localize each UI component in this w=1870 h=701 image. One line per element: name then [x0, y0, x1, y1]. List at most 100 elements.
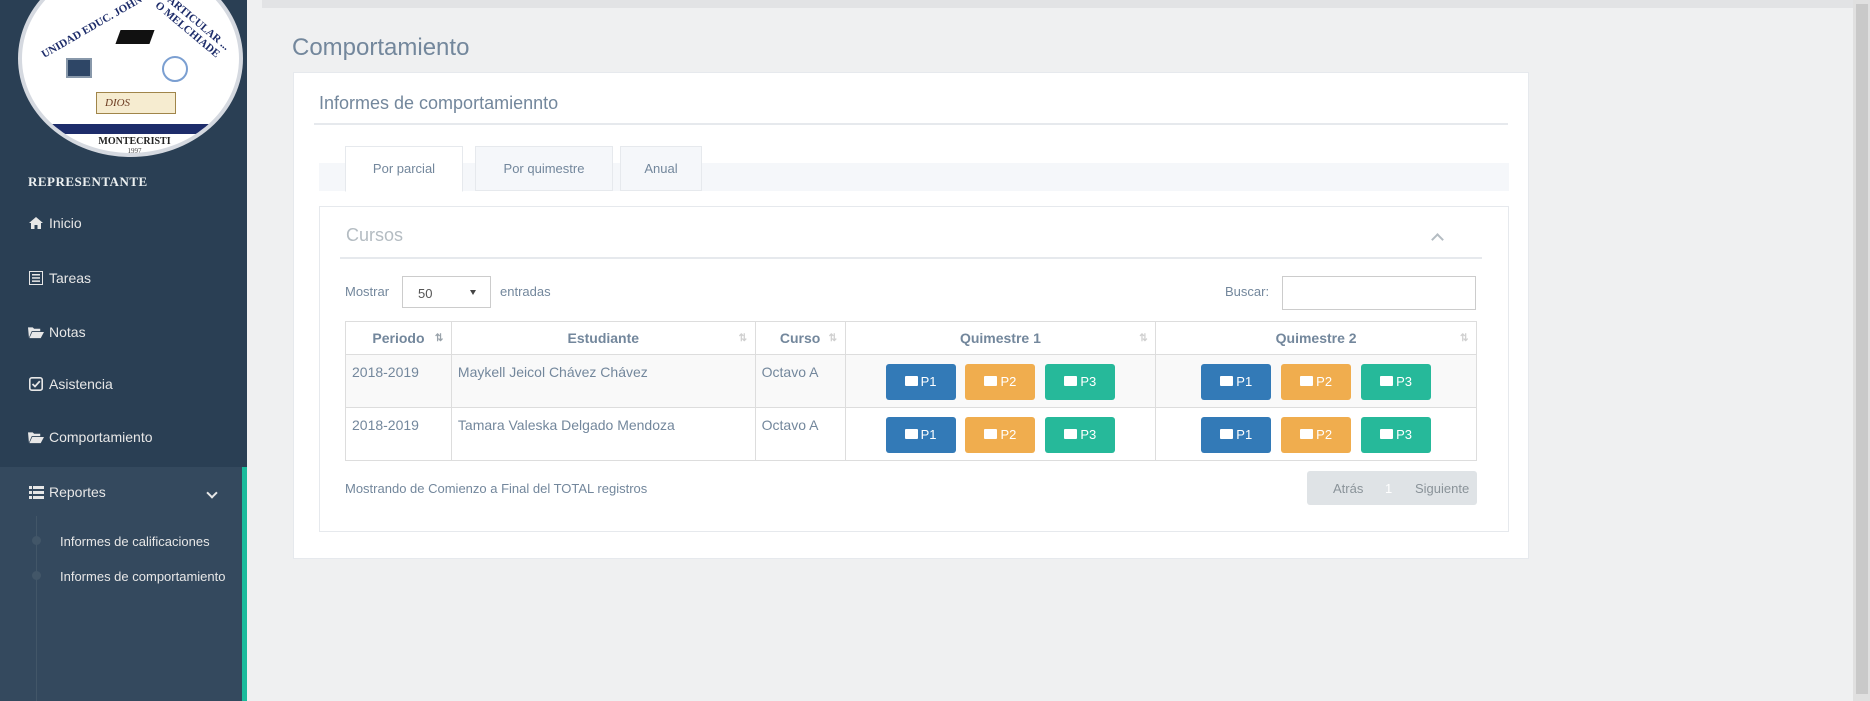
sidebar-item-label: Reportes — [49, 484, 106, 500]
button-label: P2 — [1316, 374, 1333, 389]
button-label: P2 — [1000, 427, 1017, 442]
button-label: P2 — [1316, 427, 1333, 442]
submenu-informes-comportamiento[interactable]: Informes de comportamiento — [60, 569, 225, 584]
pagination-prev[interactable]: Atrás — [1333, 481, 1363, 496]
sidebar-item-tareas[interactable]: Tareas — [0, 251, 247, 305]
atom-icon — [162, 56, 188, 82]
button-label: P1 — [1236, 374, 1253, 389]
print-q1-p3-button[interactable]: P3 — [1045, 417, 1116, 453]
list-icon — [28, 271, 44, 285]
cell-curso: Octavo A — [754, 407, 846, 461]
print-q2-p2-button[interactable]: P2 — [1281, 417, 1352, 453]
print-icon — [904, 429, 918, 439]
print-icon — [984, 376, 998, 386]
print-q2-p1-button[interactable]: P1 — [1201, 417, 1272, 453]
table-row: 2018-2019 Maykell Jeicol Chávez Chávez O… — [345, 354, 1477, 408]
print-q2-p3-button[interactable]: P3 — [1361, 417, 1432, 453]
print-q2-p1-button[interactable]: P1 — [1201, 364, 1272, 400]
tab-por-quimestre[interactable]: Por quimestre — [475, 146, 613, 191]
divider — [314, 123, 1508, 125]
logo-city: MONTECRISTI — [98, 136, 171, 147]
print-q2-p3-button[interactable]: P3 — [1361, 364, 1432, 400]
list-icon — [28, 485, 44, 499]
print-q1-p2-button[interactable]: P2 — [965, 417, 1036, 453]
column-header-label: Quimestre 2 — [1275, 330, 1357, 346]
print-icon — [1380, 376, 1394, 386]
table-row: 2018-2019 Tamara Valeska Delgado Mendoza… — [345, 407, 1477, 461]
column-header-label: Estudiante — [567, 330, 640, 346]
reportes-submenu: Informes de calificaciones Informes de c… — [0, 516, 247, 701]
search-label: Buscar: — [1225, 284, 1270, 299]
logo-band — [22, 124, 239, 134]
print-q2-p2-button[interactable]: P2 — [1281, 364, 1352, 400]
tab-por-parcial[interactable]: Por parcial — [345, 146, 463, 192]
print-icon — [1300, 376, 1314, 386]
button-label: P3 — [1080, 427, 1097, 442]
sort-icon: ⇅ — [1460, 333, 1469, 344]
column-header-label: Curso — [779, 330, 821, 346]
laptop-icon — [66, 58, 92, 78]
cell-quimestre-1: P1 P2 P3 — [844, 407, 1157, 461]
folder-open-icon — [28, 325, 44, 339]
column-header-quimestre-1[interactable]: Quimestre 1 ⇅ — [844, 321, 1157, 355]
report-panel: Informes de comportamiennto Por parcial … — [293, 72, 1529, 559]
print-icon — [1220, 429, 1234, 439]
pagination-next[interactable]: Siguiente — [1415, 481, 1469, 496]
tab-anual[interactable]: Anual — [620, 146, 702, 191]
button-label: P2 — [1000, 374, 1017, 389]
print-icon — [1300, 429, 1314, 439]
print-icon — [1380, 429, 1394, 439]
print-icon — [984, 429, 998, 439]
column-header-estudiante[interactable]: Estudiante ⇅ — [450, 321, 756, 355]
logo-seal: UNIDAD EDUC. JOHN PIERRE PARTICULAR ... … — [18, 0, 243, 157]
sidebar-item-label: Comportamiento — [49, 429, 153, 445]
column-header-periodo[interactable]: Periodo ⇅ — [345, 321, 452, 355]
chevron-up-icon[interactable] — [1431, 233, 1444, 246]
cell-estudiante: Maykell Jeicol Chávez Chávez — [450, 354, 756, 408]
submenu-informes-calificaciones[interactable]: Informes de calificaciones — [60, 534, 210, 549]
sort-icon: ⇅ — [828, 333, 837, 344]
column-header-label: Quimestre 1 — [959, 330, 1041, 346]
scrollbar[interactable] — [1853, 0, 1870, 701]
home-icon — [28, 216, 44, 230]
print-q1-p2-button[interactable]: P2 — [965, 364, 1036, 400]
column-header-quimestre-2[interactable]: Quimestre 2 ⇅ — [1155, 321, 1477, 355]
length-label: Mostrar — [345, 284, 390, 299]
folder-open-icon — [28, 430, 44, 444]
entries-select[interactable]: 50 — [402, 276, 491, 308]
page-title: Comportamiento — [292, 34, 470, 61]
sort-asc-icon: ⇅ — [434, 333, 444, 344]
submenu-dot — [32, 536, 41, 545]
sidebar-item-label: Notas — [49, 324, 86, 340]
button-label: P1 — [1236, 427, 1253, 442]
pagination-page[interactable]: 1 — [1385, 481, 1392, 496]
cursos-panel: Cursos Mostrar 50 entradas Buscar: Perio… — [319, 206, 1509, 532]
book-icon: DIOS — [96, 92, 176, 114]
entries-select-value: 50 — [418, 286, 433, 301]
school-logo: UNIDAD EDUC. JOHN PIERRE PARTICULAR ... … — [18, 0, 243, 157]
graduation-cap-icon — [115, 30, 155, 44]
search-input[interactable] — [1282, 276, 1476, 310]
sidebar-item-inicio[interactable]: Inicio — [0, 196, 247, 250]
button-label: P1 — [920, 427, 937, 442]
chevron-down-icon — [206, 487, 218, 499]
sidebar: UNIDAD EDUC. JOHN PIERRE PARTICULAR ... … — [0, 0, 247, 701]
logo-ring-text-right: PARTICULAR ... O MELCHIADE — [152, 0, 232, 61]
print-q1-p1-button[interactable]: P1 — [885, 417, 956, 453]
logo-year: 1997 — [127, 147, 142, 155]
button-label: P3 — [1080, 374, 1097, 389]
panel-title: Informes de comportamiennto — [319, 93, 559, 113]
scrollbar-thumb[interactable] — [1856, 4, 1868, 694]
sidebar-item-reportes[interactable]: Reportes — [0, 467, 247, 517]
table-info: Mostrando de Comienzo a Final del TOTAL … — [345, 481, 648, 496]
sidebar-item-asistencia[interactable]: Asistencia — [0, 357, 247, 411]
sidebar-item-comportamiento[interactable]: Comportamiento — [0, 410, 247, 464]
print-icon — [904, 376, 918, 386]
cell-periodo: 2018-2019 — [345, 407, 452, 461]
cell-quimestre-2: P1 P2 P3 — [1155, 407, 1477, 461]
column-header-curso[interactable]: Curso ⇅ — [754, 321, 846, 355]
print-q1-p1-button[interactable]: P1 — [885, 364, 956, 400]
print-q1-p3-button[interactable]: P3 — [1045, 364, 1116, 400]
sidebar-item-notas[interactable]: Notas — [0, 305, 247, 359]
sidebar-item-label: Tareas — [49, 270, 92, 286]
